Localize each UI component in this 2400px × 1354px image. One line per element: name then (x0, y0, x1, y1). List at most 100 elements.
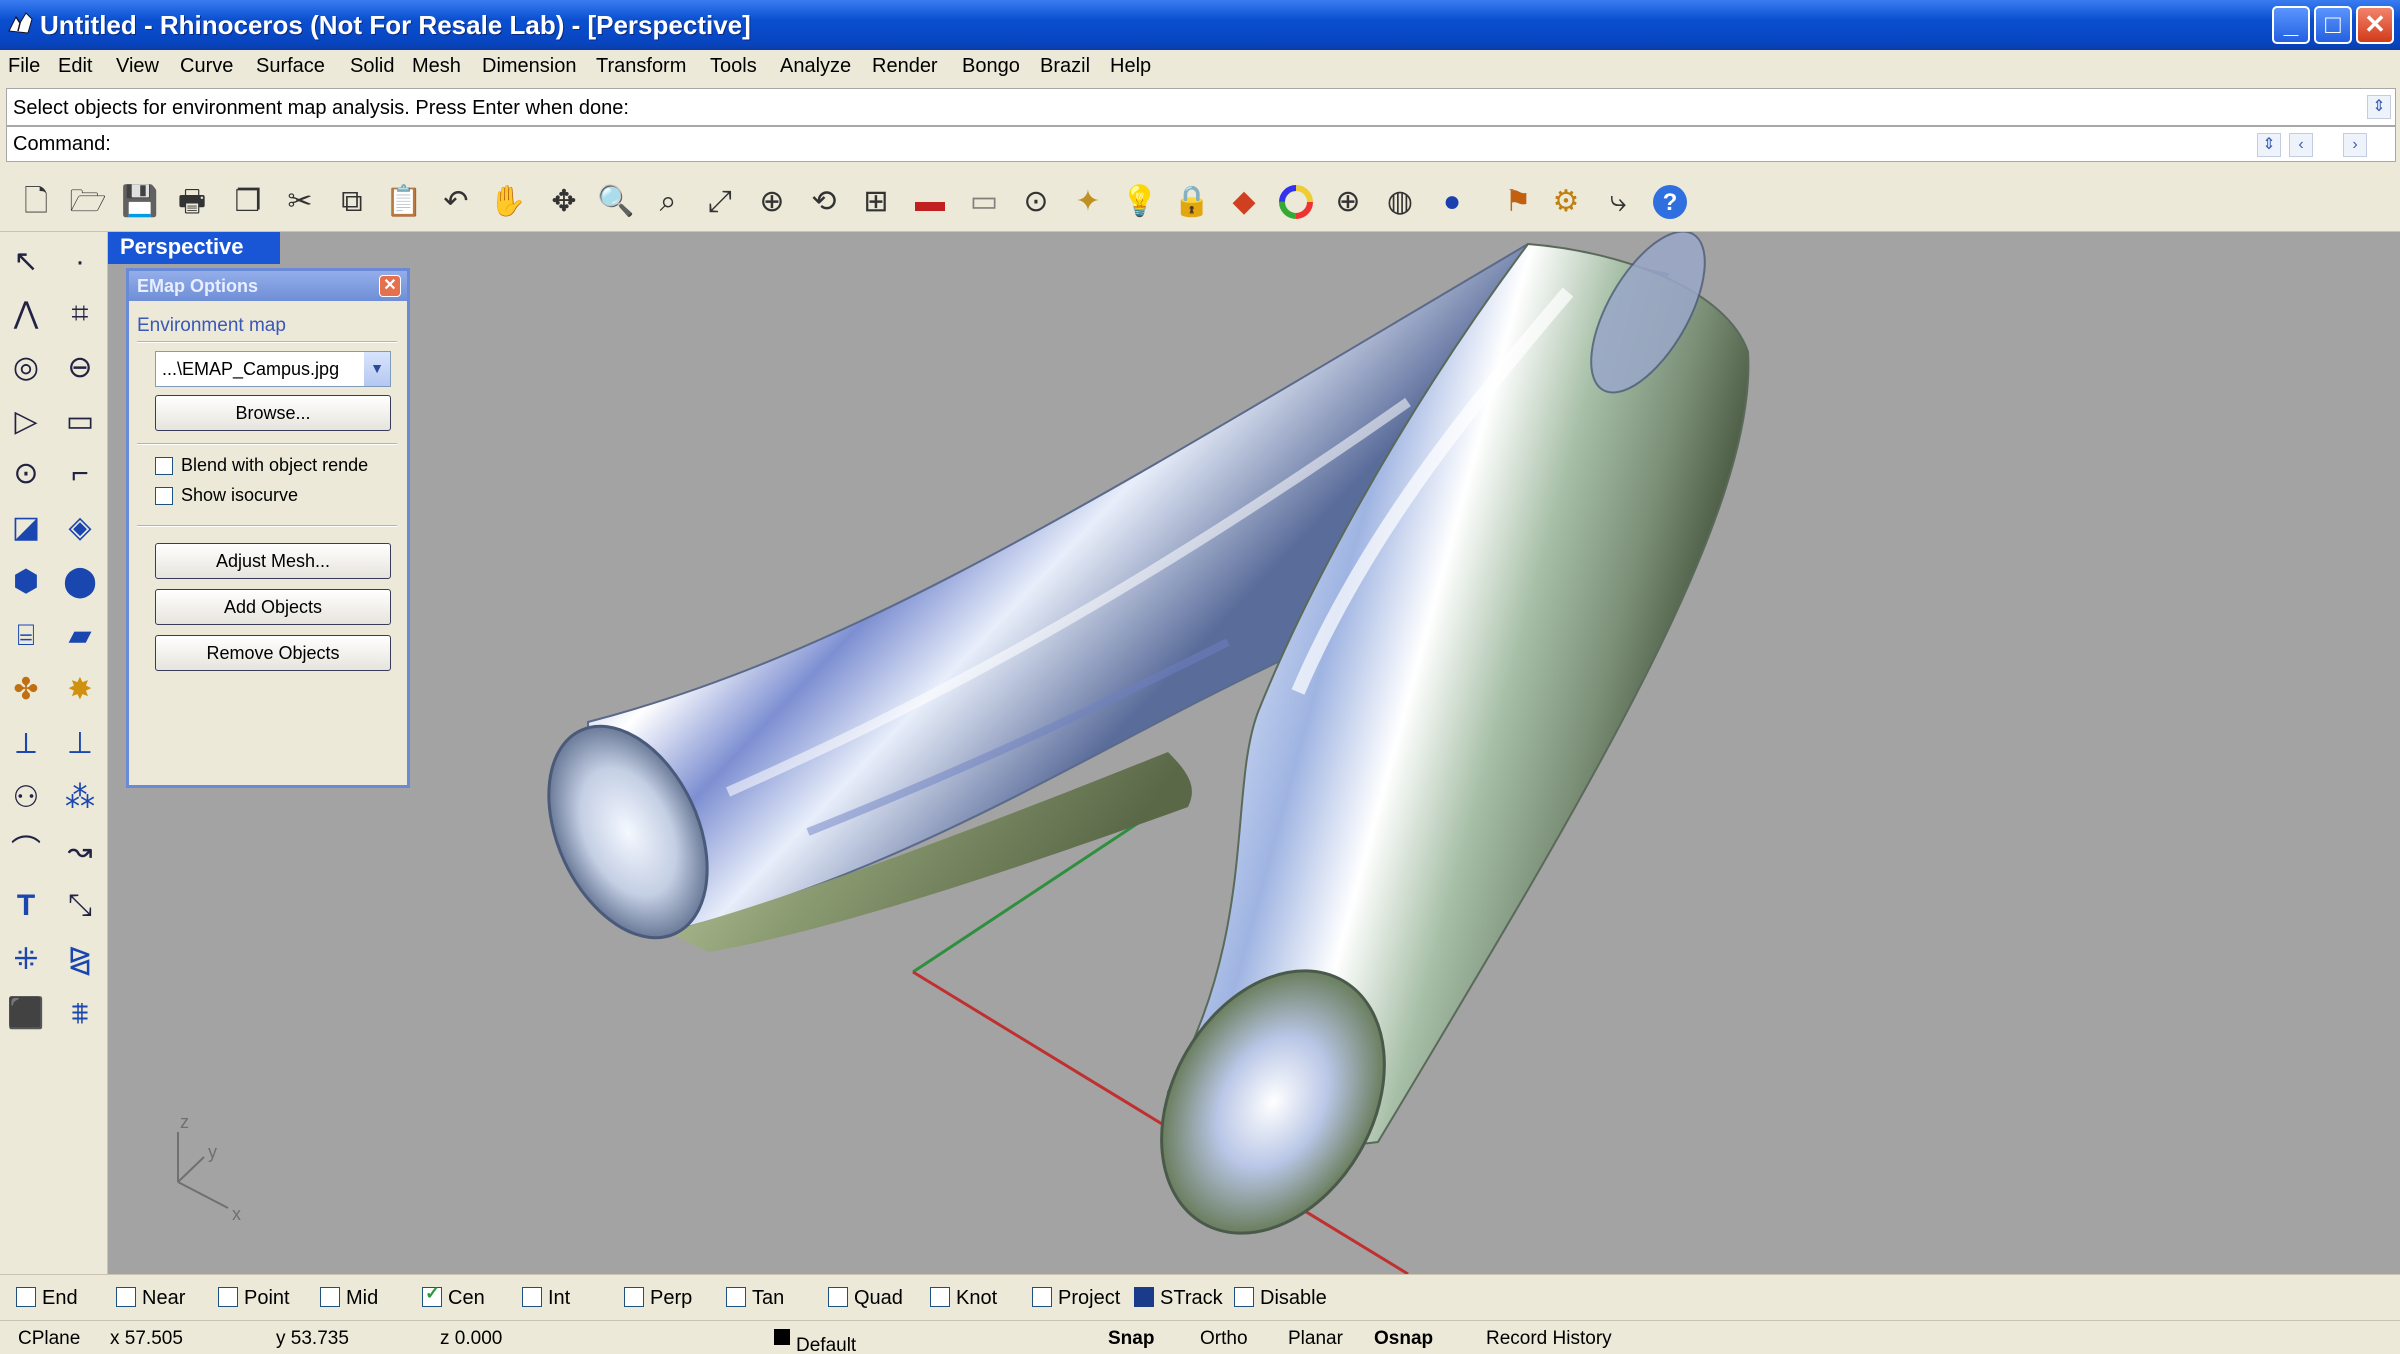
record-history-toggle[interactable]: Record History (1486, 1328, 1612, 1350)
layer-indicator[interactable]: Default (774, 1328, 856, 1354)
zoom-icon[interactable]: 🔍 (594, 180, 638, 224)
menu-dimension[interactable]: Dimension (482, 55, 576, 78)
cylinder-icon[interactable]: ⌸ (4, 614, 48, 658)
point-icon[interactable]: · (58, 240, 102, 284)
zoom-window-icon[interactable]: ⌕ (646, 180, 690, 224)
menu-surface[interactable]: Surface (256, 55, 325, 78)
adjust-mesh-button[interactable]: Adjust Mesh... (155, 543, 391, 579)
environment-map-select[interactable]: ...\EMAP_Campus.jpg ▼ (155, 351, 391, 387)
perspective-viewport[interactable]: x y z Perspective (108, 232, 2400, 1274)
pan-hand-icon[interactable]: ✋ (486, 180, 530, 224)
help-icon[interactable]: ? (1648, 180, 1692, 224)
array-icon[interactable]: ⁜ (4, 938, 48, 982)
blend-checkbox[interactable] (155, 457, 173, 475)
lock-icon[interactable]: 🔒 (1170, 180, 1214, 224)
remove-objects-button[interactable]: Remove Objects (155, 635, 391, 671)
fillet-curve-icon[interactable]: ⌐ (58, 452, 102, 496)
group-icon[interactable]: ⚇ (4, 776, 48, 820)
osnap-project[interactable]: Project (1032, 1286, 1120, 1311)
menu-solid[interactable]: Solid (350, 55, 394, 78)
snap-toggle[interactable]: Snap (1108, 1328, 1154, 1350)
dimension-icon[interactable]: ⩨ (58, 992, 102, 1036)
maximize-button[interactable]: □ (2314, 6, 2352, 44)
osnap-quad[interactable]: Quad (828, 1286, 903, 1311)
history-icon[interactable]: ⤷ (1596, 180, 1640, 224)
save-icon[interactable]: 💾 (118, 180, 162, 224)
shaded-view-icon[interactable]: ▬ (908, 180, 952, 224)
osnap-knot[interactable]: Knot (930, 1286, 997, 1311)
undo-view-icon[interactable]: ⟲ (802, 180, 846, 224)
scroll-left-icon[interactable]: ‹ (2289, 133, 2313, 157)
globe-icon[interactable]: ◍ (1378, 180, 1422, 224)
osnap-point[interactable]: Point (218, 1286, 290, 1311)
undo-icon[interactable]: ↶ (434, 180, 478, 224)
surface-icon[interactable]: ◪ (4, 506, 48, 550)
osnap-int[interactable]: Int (522, 1286, 570, 1311)
page-setup-icon[interactable]: ❐ (226, 180, 270, 224)
edit-surface-icon[interactable]: ◈ (58, 506, 102, 550)
minimize-button[interactable]: _ (2272, 6, 2310, 44)
explode-icon[interactable]: ✸ (58, 668, 102, 712)
light-icon[interactable]: 💡 (1118, 180, 1162, 224)
ellipse-icon[interactable]: ⊖ (58, 346, 102, 390)
rectangle-icon[interactable]: ▭ (58, 400, 102, 444)
osnap-tan[interactable]: Tan (726, 1286, 784, 1311)
close-button[interactable]: ✕ (2356, 6, 2394, 44)
emap-close-icon[interactable]: ✕ (379, 275, 401, 297)
text-icon[interactable]: T (4, 884, 48, 928)
viewport-title-tab[interactable]: Perspective (108, 232, 280, 264)
menu-curve[interactable]: Curve (180, 55, 233, 78)
menu-transform[interactable]: Transform (596, 55, 686, 78)
scale-icon[interactable]: ⤡ (58, 884, 102, 928)
osnap-mid[interactable]: Mid (320, 1286, 378, 1311)
planar-toggle[interactable]: Planar (1288, 1328, 1343, 1350)
osnap-strack[interactable]: STrack (1134, 1286, 1223, 1311)
ortho-toggle[interactable]: Ortho (1200, 1328, 1248, 1350)
osnap-perp[interactable]: Perp (624, 1286, 692, 1311)
paste-icon[interactable]: 📋 (382, 180, 426, 224)
fillet-icon[interactable]: ⌒ (4, 830, 48, 874)
menu-view[interactable]: View (116, 55, 159, 78)
box-icon[interactable]: ⬢ (4, 560, 48, 604)
menu-help[interactable]: Help (1110, 55, 1151, 78)
isocurve-checkbox[interactable] (155, 487, 173, 505)
menu-mesh[interactable]: Mesh (412, 55, 461, 78)
print-icon[interactable]: 🖶 (170, 180, 214, 224)
history-scroll-icon[interactable]: ⇕ (2367, 95, 2391, 119)
mesh-icon[interactable]: ✤ (4, 668, 48, 712)
copy-icon[interactable]: ⧉ (330, 180, 374, 224)
settings-gear-icon[interactable]: ⚙ (1544, 180, 1588, 224)
split-icon[interactable]: ⊥ (58, 722, 102, 766)
open-folder-icon[interactable]: 🗁 (66, 180, 110, 224)
flag-icon[interactable]: ⚑ (1496, 180, 1540, 224)
zoom-extents-icon[interactable]: ⤢ (698, 180, 742, 224)
layers-icon[interactable]: ◆ (1222, 180, 1266, 224)
viewport-layout-icon[interactable]: ⊞ (854, 180, 898, 224)
boolean-icon[interactable]: ⬤ (58, 560, 102, 604)
osnap-toggle[interactable]: Osnap (1374, 1328, 1433, 1350)
menu-analyze[interactable]: Analyze (780, 55, 851, 78)
menu-render[interactable]: Render (872, 55, 938, 78)
trim-icon[interactable]: ⟂ (4, 722, 48, 766)
arc-icon[interactable]: ▷ (4, 400, 48, 444)
rotate-view-icon[interactable]: ✥ (542, 180, 586, 224)
osnap-cen[interactable]: Cen (422, 1283, 485, 1311)
polygon-icon[interactable]: ⊙ (4, 452, 48, 496)
osnap-icon[interactable]: ✦ (1066, 180, 1110, 224)
select-arrow-icon[interactable]: ↖ (4, 240, 48, 284)
command-line[interactable]: Command: ⇕ ‹ › (6, 126, 2396, 162)
menu-brazil[interactable]: Brazil (1040, 55, 1090, 78)
osnap-near[interactable]: Near (116, 1286, 185, 1311)
cut-icon[interactable]: ✂ (278, 180, 322, 224)
zoom-selected-icon[interactable]: ⊕ (750, 180, 794, 224)
menu-edit[interactable]: Edit (58, 55, 92, 78)
menu-file[interactable]: File (8, 55, 40, 78)
new-file-icon[interactable]: 🗋 (14, 180, 58, 224)
chevron-down-icon[interactable]: ▼ (364, 352, 390, 386)
plane-icon[interactable]: ▰ (58, 614, 102, 658)
color-wheel-icon[interactable] (1274, 180, 1318, 224)
solid-box-icon[interactable]: ⬛ (4, 992, 48, 1036)
osnap-disable[interactable]: Disable (1234, 1286, 1327, 1311)
render-sphere-icon[interactable]: ● (1430, 180, 1474, 224)
rendered-view-icon[interactable]: ▭ (962, 180, 1006, 224)
